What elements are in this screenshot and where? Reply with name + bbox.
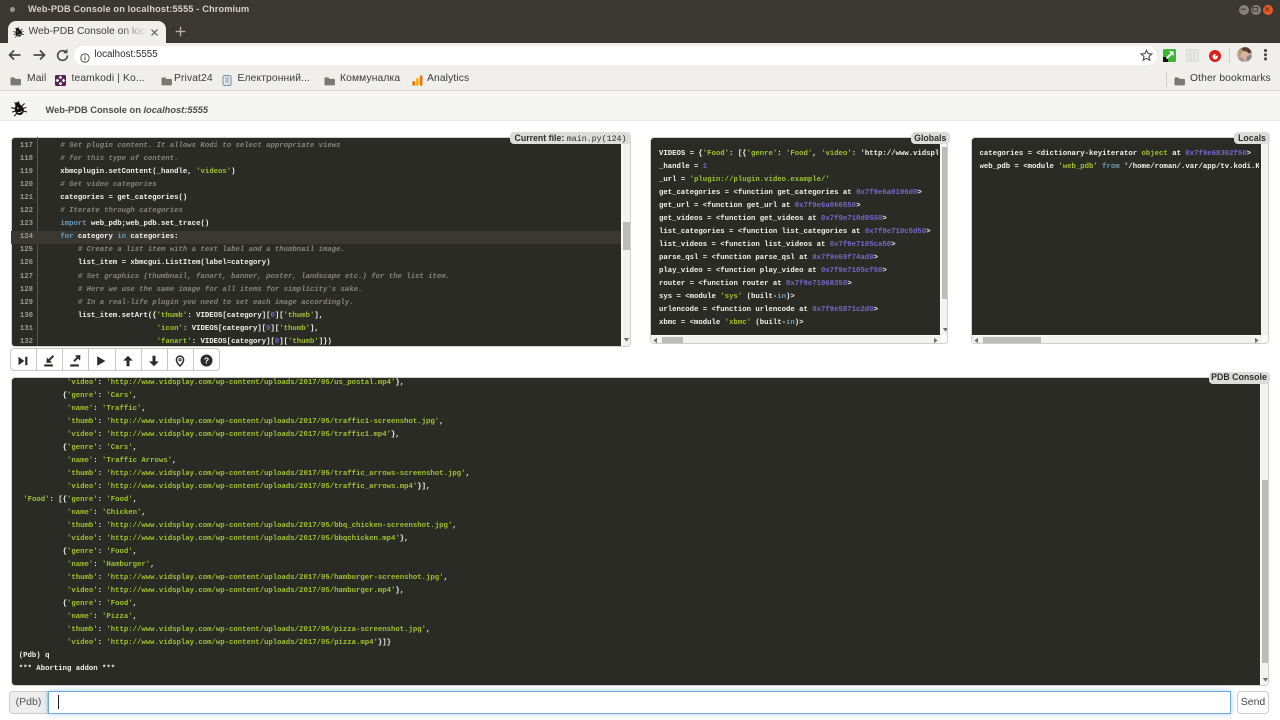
svg-text:?: ? xyxy=(204,355,209,365)
